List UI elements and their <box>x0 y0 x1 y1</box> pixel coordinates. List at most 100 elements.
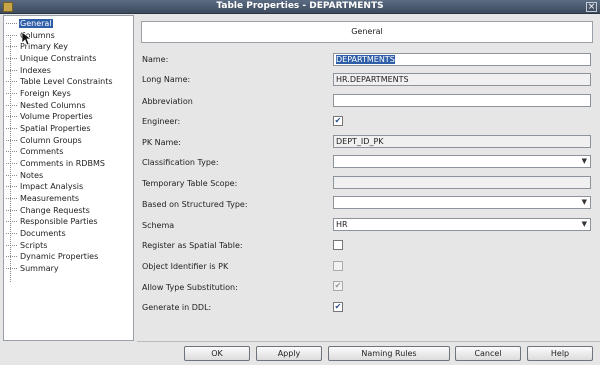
cancel-button[interactable]: Cancel <box>455 346 521 361</box>
tree-branch-line <box>6 57 17 59</box>
tree-branch-line <box>6 116 17 118</box>
window-title: Table Properties - DEPARTMENTS <box>216 1 384 11</box>
tree-item[interactable]: Measurements <box>6 193 80 204</box>
tree-item[interactable]: Primary Key <box>6 41 69 52</box>
tree-item-label: Notes <box>20 170 44 180</box>
tree-item-label: Comments <box>20 147 64 157</box>
tree-item-label: Summary <box>20 263 59 273</box>
tree-item[interactable]: Comments <box>6 146 64 157</box>
chevron-down-icon: ▼ <box>581 157 587 165</box>
object-identifier-label: Object Identifier is PK <box>142 262 229 271</box>
tree-item-label: Measurements <box>20 193 80 203</box>
allow-type-substitution-checkbox: ✔ <box>333 281 343 291</box>
tree-item[interactable]: Comments in RDBMS <box>6 158 106 169</box>
engineer-label: Engineer: <box>142 117 181 126</box>
tree-item[interactable]: General <box>6 18 53 29</box>
tree-item-label: Foreign Keys <box>20 88 71 98</box>
tree-branch-line <box>6 186 17 188</box>
mouse-cursor-icon <box>22 32 32 46</box>
object-identifier-checkbox <box>333 261 343 271</box>
name-label: Name: <box>142 55 169 64</box>
classification-type-label: Classification Type: <box>142 158 219 167</box>
structured-type-label: Based on Structured Type: <box>142 200 248 209</box>
button-bar: OK Apply Naming Rules Cancel Help <box>0 342 600 365</box>
tree-item[interactable]: Summary <box>6 263 60 274</box>
tree-item-label: Documents <box>20 228 66 238</box>
tree-branch-line <box>6 34 17 36</box>
tree-item-label: General <box>19 19 53 28</box>
tree-branch-line <box>6 174 17 176</box>
tree-item[interactable]: Change Requests <box>6 205 91 216</box>
tree-branch-line <box>6 151 17 153</box>
tree-item-label: Change Requests <box>20 205 90 215</box>
tree-branch-line <box>6 139 17 141</box>
long-name-field: HR.DEPARTMENTS <box>333 73 591 86</box>
tree-branch-line <box>6 127 17 129</box>
tree-item[interactable]: Foreign Keys <box>6 88 72 99</box>
tree-item[interactable]: Documents <box>6 228 67 239</box>
title-bar: Table Properties - DEPARTMENTS × <box>0 0 600 14</box>
tree-item[interactable]: Scripts <box>6 240 48 251</box>
schema-select[interactable]: HR ▼ <box>333 218 591 231</box>
pk-name-field: DEPT_ID_PK <box>333 135 591 148</box>
tree-branch-line <box>6 244 17 246</box>
general-panel: General Name: DEPARTMENTS Long Name: HR.… <box>137 15 597 341</box>
tree-item-label: Nested Columns <box>20 100 86 110</box>
tree-branch-line <box>6 267 17 269</box>
tree-item[interactable]: Spatial Properties <box>6 123 92 134</box>
chevron-down-icon: ▼ <box>581 198 587 206</box>
tree-branch-line <box>6 256 17 258</box>
engineer-checkbox[interactable]: ✔ <box>333 116 343 126</box>
temporary-table-scope-field <box>333 176 591 189</box>
tree-branch-line <box>6 46 17 48</box>
chevron-down-icon: ▼ <box>581 220 587 228</box>
naming-rules-button[interactable]: Naming Rules <box>328 346 450 361</box>
tree-item-label: Spatial Properties <box>20 123 91 133</box>
structured-type-select[interactable]: ▼ <box>333 196 591 209</box>
close-icon[interactable]: × <box>586 2 597 12</box>
long-name-label: Long Name: <box>142 75 191 84</box>
schema-value: HR <box>336 220 348 229</box>
section-header: General <box>141 21 593 43</box>
tree-branch-line <box>6 23 17 24</box>
tree-item-label: Column Groups <box>20 135 82 145</box>
temporary-table-scope-label: Temporary Table Scope: <box>142 179 238 188</box>
spatial-table-label: Register as Spatial Table: <box>142 241 243 250</box>
abbreviation-field[interactable] <box>333 94 591 107</box>
schema-label: Schema <box>142 221 175 230</box>
help-button[interactable]: Help <box>527 346 593 361</box>
tree-item[interactable]: Table Level Constraints <box>6 76 114 87</box>
tree-item[interactable]: Dynamic Properties <box>6 251 99 262</box>
tree-branch-line <box>6 232 17 234</box>
tree-branch-line <box>6 69 17 71</box>
apply-button[interactable]: Apply <box>256 346 322 361</box>
spatial-table-checkbox[interactable] <box>333 240 343 250</box>
tree-item[interactable]: Notes <box>6 170 44 181</box>
tree-branch-line <box>6 209 17 211</box>
generate-ddl-checkbox[interactable]: ✔ <box>333 302 343 312</box>
abbreviation-label: Abbreviation <box>142 97 193 106</box>
tree-item-label: Comments in RDBMS <box>20 158 105 168</box>
tree-item-label: Impact Analysis <box>20 182 84 192</box>
tree-item[interactable]: Indexes <box>6 65 52 76</box>
tree-item[interactable]: Impact Analysis <box>6 181 84 192</box>
tree-branch-line <box>6 104 17 106</box>
tree-item-label: Table Level Constraints <box>20 77 113 87</box>
generate-ddl-label: Generate in DDL: <box>142 303 212 312</box>
tree-item[interactable]: Unique Constraints <box>6 53 97 64</box>
tree-item-label: Volume Properties <box>20 112 93 122</box>
tree-item[interactable]: Nested Columns <box>6 100 87 111</box>
tree-item[interactable]: Responsible Parties <box>6 216 99 227</box>
tree-item-label: Indexes <box>20 65 51 75</box>
tree-item-label: Dynamic Properties <box>20 252 99 262</box>
name-field[interactable]: DEPARTMENTS <box>333 53 591 66</box>
tree-item[interactable]: Volume Properties <box>6 111 94 122</box>
classification-type-select[interactable]: ▼ <box>333 155 591 168</box>
ok-button[interactable]: OK <box>184 346 250 361</box>
tree-branch-line <box>6 92 17 94</box>
name-value: DEPARTMENTS <box>336 55 395 64</box>
tree-branch-line <box>6 221 17 223</box>
tree-branch-line <box>6 162 17 164</box>
navigation-tree: General Columns Primary Key Unique Constrai… <box>3 15 134 341</box>
tree-item[interactable]: Column Groups <box>6 135 83 146</box>
